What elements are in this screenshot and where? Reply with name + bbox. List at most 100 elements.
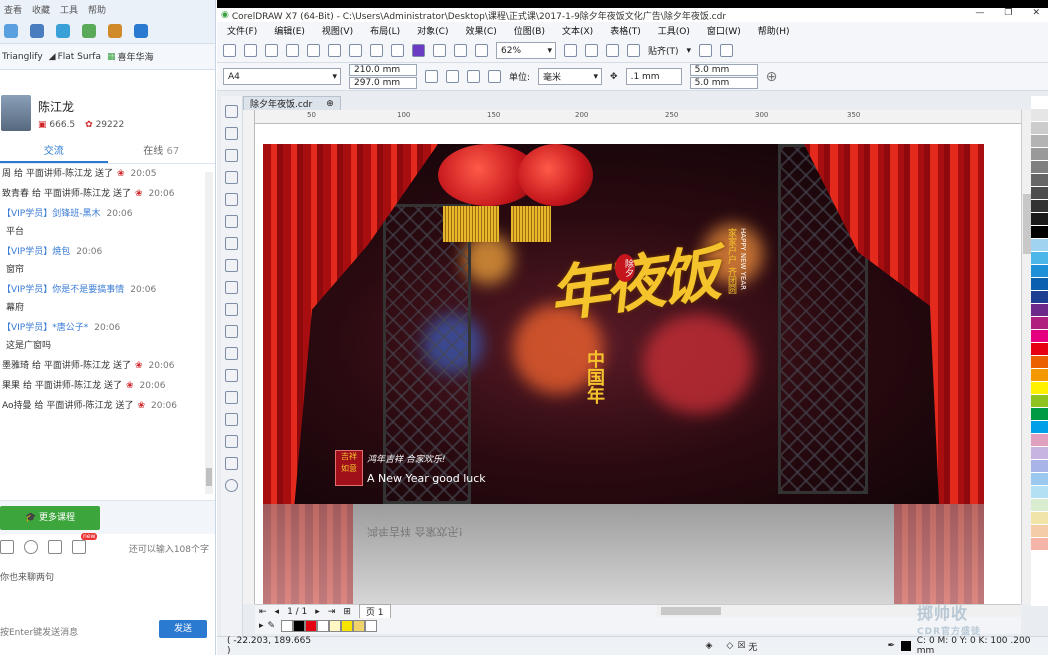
palette-swatch[interactable] [1031,369,1048,382]
palette-swatch[interactable] [1031,538,1048,551]
scissors-icon[interactable] [30,23,44,38]
first-page-icon[interactable]: ⇤ [259,607,267,617]
menu-item[interactable]: 工具(O) [658,24,690,37]
grid-icon[interactable] [606,44,619,57]
palette-swatch[interactable] [1031,343,1048,356]
palette-swatch[interactable] [1031,460,1048,473]
connector-tool-icon[interactable] [225,347,238,360]
full-screen-icon[interactable] [564,44,577,57]
palette-swatch[interactable] [1031,408,1048,421]
publish-icon[interactable] [475,44,488,57]
menu-tools[interactable]: 工具 [60,3,78,16]
palette-swatch[interactable] [1031,278,1048,291]
bookmark-xinianhuahai[interactable]: ▦ 喜年华海 [107,50,154,64]
dup-x-input[interactable]: 5.0 mm [689,64,758,76]
document-tab[interactable]: 除夕年夜饭.cdr ⊕ [243,96,341,110]
options-icon[interactable] [699,44,713,57]
palette-swatch[interactable] [1031,96,1048,109]
tab-chat[interactable]: 交流 [0,142,108,163]
palette-swatch[interactable] [1031,213,1048,226]
grid-icon[interactable] [82,23,96,38]
message-scrollbar[interactable] [205,172,213,494]
drop-shadow-icon[interactable] [225,369,238,382]
menu-item[interactable]: 位图(B) [514,24,545,37]
happy-new-year-text[interactable]: HAPPY NEW YEAR [739,228,747,290]
document-swatch[interactable] [281,620,294,632]
freehand-tool-icon[interactable] [225,193,238,206]
add-tool-icon[interactable] [225,479,238,492]
parallel-dimension-icon[interactable] [225,325,238,338]
close-icon[interactable]: ✕ [1032,8,1040,18]
palette-swatch[interactable] [1031,382,1048,395]
landscape-icon[interactable] [446,70,459,83]
palette-swatch[interactable] [1031,330,1048,343]
palette-swatch[interactable] [1031,356,1048,369]
send-button[interactable]: 发送 [159,620,207,638]
all-pages-icon[interactable] [467,70,480,83]
prev-page-icon[interactable]: ◂ [275,607,280,617]
eyedropper-icon[interactable] [225,413,238,426]
export-icon[interactable] [454,44,467,57]
page-width-input[interactable]: 210.0 mm [349,64,417,76]
palette-swatch[interactable] [1031,226,1048,239]
next-page-icon[interactable]: ▸ [315,607,320,617]
menu-item[interactable]: 表格(T) [610,24,641,37]
crop-tool-icon[interactable] [225,149,238,162]
rulers-icon[interactable] [585,44,598,57]
add-tab-icon[interactable]: ⊕ [326,99,334,109]
artistic-media-icon[interactable] [225,215,238,228]
scrollbar-thumb[interactable] [661,607,721,615]
menu-item[interactable]: 编辑(E) [274,24,305,37]
palette-swatch[interactable] [1031,291,1048,304]
palette-swatch[interactable] [1031,447,1048,460]
palette-swatch[interactable] [1031,512,1048,525]
app-launcher-icon[interactable] [720,44,734,57]
maximize-icon[interactable]: ❐ [1004,8,1012,18]
dup-y-input[interactable]: 5.0 mm [689,77,758,89]
palette-swatch[interactable] [1031,473,1048,486]
palette-swatch[interactable] [1031,317,1048,330]
horizontal-ruler[interactable]: 50 100 150 200 250 300 350 [255,110,1021,124]
minimize-icon[interactable]: — [975,8,984,18]
ellipse-tool-icon[interactable] [225,259,238,272]
palette-swatch[interactable] [1031,499,1048,512]
stamp-seal[interactable]: 吉祥 如意 [335,450,363,486]
poem-text[interactable]: 家家户户 齐团圆 [725,228,738,294]
palette-swatch[interactable] [1031,434,1048,447]
image-icon[interactable] [48,540,62,554]
portrait-icon[interactable] [425,70,438,83]
search-content-icon[interactable] [412,44,425,57]
palette-swatch[interactable] [1031,148,1048,161]
import-icon[interactable] [433,44,446,57]
palette-swatch[interactable] [1031,265,1048,278]
palette-swatch[interactable] [1031,304,1048,317]
paste-icon[interactable] [349,44,362,57]
download-icon[interactable] [134,23,148,38]
menu-view[interactable]: 查看 [4,3,22,16]
menu-item[interactable]: 对象(C) [417,24,448,37]
clock-icon[interactable] [108,23,122,38]
save-icon[interactable] [265,44,278,57]
menu-item[interactable]: 效果(C) [465,24,496,37]
vertical-scrollbar[interactable] [1021,110,1031,604]
bookmark-flat-surface[interactable]: ◢ Flat Surfa [49,52,101,62]
document-swatch[interactable] [341,620,354,632]
document-swatch[interactable] [329,620,342,632]
transparency-icon[interactable] [225,391,238,404]
add-icon[interactable]: ⊕ [766,69,778,85]
open-icon[interactable] [244,44,257,57]
interactive-fill-icon[interactable] [225,435,238,448]
wish-text[interactable]: 鸿年吉祥 合家欢乐! [367,452,445,465]
menu-item[interactable]: 窗口(W) [707,24,741,37]
units-select[interactable]: 毫米 ▾ [538,68,603,85]
add-page-icon[interactable]: ⊞ [343,607,351,617]
palette-swatch[interactable] [1031,525,1048,538]
menu-item[interactable]: 文本(X) [562,24,593,37]
poster-artwork[interactable]: 年夜饭 除夕 中国年 家家户户 齐团圆 HAPPY NEW YEAR 吉祥 如意… [263,144,984,504]
document-swatch[interactable] [317,620,330,632]
menu-item[interactable]: 帮助(H) [758,24,790,37]
eve-badge[interactable]: 除夕 [615,254,635,282]
palette-swatch[interactable] [1031,200,1048,213]
last-page-icon[interactable]: ⇥ [328,607,336,617]
page-height-input[interactable]: 297.0 mm [349,77,417,89]
